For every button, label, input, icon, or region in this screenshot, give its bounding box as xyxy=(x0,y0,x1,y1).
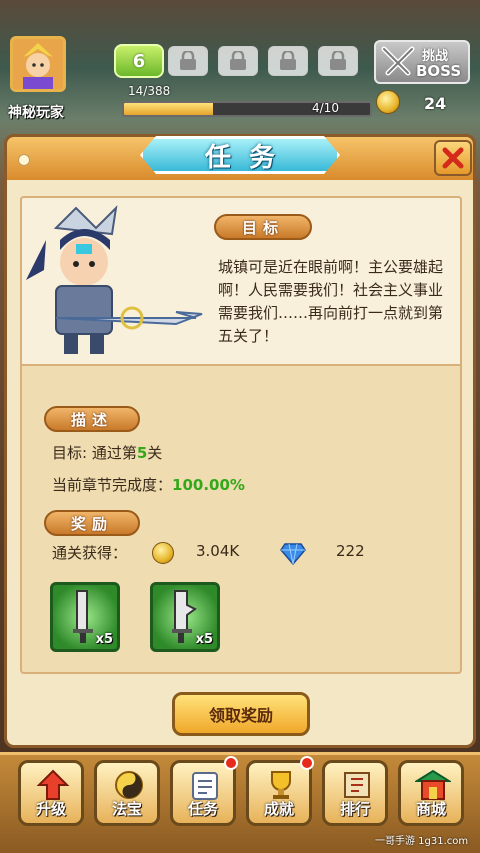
lock-icon xyxy=(280,51,296,70)
exp-progress-text: 14/388 xyxy=(128,84,171,98)
rewards-label: 奖励 xyxy=(44,510,140,536)
nav-shop-label: 商城 xyxy=(415,800,446,818)
nav-upgrade-button[interactable]: 升级 xyxy=(18,760,84,826)
quest-notification-badge xyxy=(224,756,238,770)
boss-button-bottom-label: BOSS xyxy=(416,62,462,80)
stage-progress-fill xyxy=(124,103,213,115)
nav-achievement-label: 成就 xyxy=(263,800,294,818)
coin-icon xyxy=(376,90,400,114)
objective-story-text: 城镇可是近在眼前啊！主公要雄起啊！人民需要我们！社会主义事业需要我们……再向前打… xyxy=(218,258,444,345)
challenge-boss-button[interactable]: 挑战 BOSS xyxy=(374,40,470,84)
locked-slot-3 xyxy=(268,46,308,76)
clear-reward-label: 通关获得： xyxy=(52,544,128,562)
reward-item-qty: x5 xyxy=(195,632,213,647)
stage-progress-text: 4/10 xyxy=(312,101,339,115)
player-name: 神秘玩家 xyxy=(8,105,64,121)
level-badge: 6 xyxy=(114,44,164,78)
player-avatar[interactable] xyxy=(10,36,66,92)
nav-treasure-label: 法宝 xyxy=(111,800,142,818)
reward-item-blade[interactable]: x5 xyxy=(150,582,220,652)
avatar-portrait-icon xyxy=(13,39,63,89)
completion-label: 当前章节完成度： xyxy=(52,476,173,494)
upgrade-icon xyxy=(36,769,70,800)
trophy-icon xyxy=(271,771,291,799)
nav-treasure-button[interactable]: 法宝 xyxy=(94,760,160,826)
header-dot-icon xyxy=(18,154,30,166)
achievement-notification-badge xyxy=(300,756,314,770)
hero-character-illustration xyxy=(26,205,203,354)
description-label: 描述 xyxy=(44,406,140,432)
nav-achievement-button[interactable]: 成就 xyxy=(246,760,312,826)
gem-icon xyxy=(280,543,306,565)
shop-icon xyxy=(415,769,451,800)
nav-ranking-label: 排行 xyxy=(339,800,370,818)
gem-reward-amount: 222 xyxy=(336,542,365,560)
reward-item-sword[interactable]: x5 xyxy=(50,582,120,652)
reward-item-qty: x5 xyxy=(95,632,113,647)
locked-slot-2 xyxy=(218,46,258,76)
locked-slot-4 xyxy=(318,46,358,76)
treasure-icon xyxy=(115,771,143,799)
crossed-swords-icon xyxy=(381,46,415,76)
objective-label: 目标 xyxy=(214,214,312,240)
completion-line: 当前章节完成度：100.00% xyxy=(52,474,245,495)
coin-count: 24 xyxy=(424,94,447,113)
nav-quest-label: 任务 xyxy=(187,800,218,818)
target-suffix: 关 xyxy=(147,444,163,462)
ranking-icon xyxy=(344,772,370,798)
locked-slot-1 xyxy=(168,46,208,76)
completion-value: 100.00% xyxy=(172,476,245,494)
lock-icon xyxy=(330,51,346,70)
gold-reward-amount: 3.04K xyxy=(196,542,240,560)
target-line: 目标: 通过第5关 xyxy=(52,442,162,463)
target-prefix: 目标: 通过第 xyxy=(52,444,137,462)
gold-coin-icon xyxy=(152,542,174,564)
close-button[interactable] xyxy=(434,140,472,176)
watermark-text: 一哥手游 1g31.com xyxy=(375,836,469,847)
target-number: 5 xyxy=(136,444,148,462)
panel-title-ribbon: 任务 xyxy=(140,136,340,174)
claim-reward-button[interactable]: 领取奖励 xyxy=(172,692,310,736)
panel-title: 任务 xyxy=(204,142,293,173)
nav-shop-button[interactable]: 商城 xyxy=(398,760,464,826)
lock-icon xyxy=(180,51,196,70)
nav-upgrade-label: 升级 xyxy=(35,800,66,818)
lock-icon xyxy=(230,51,246,70)
close-icon xyxy=(442,147,464,169)
nav-quest-button[interactable]: 任务 xyxy=(170,760,236,826)
quest-icon xyxy=(192,772,218,800)
nav-ranking-button[interactable]: 排行 xyxy=(322,760,388,826)
